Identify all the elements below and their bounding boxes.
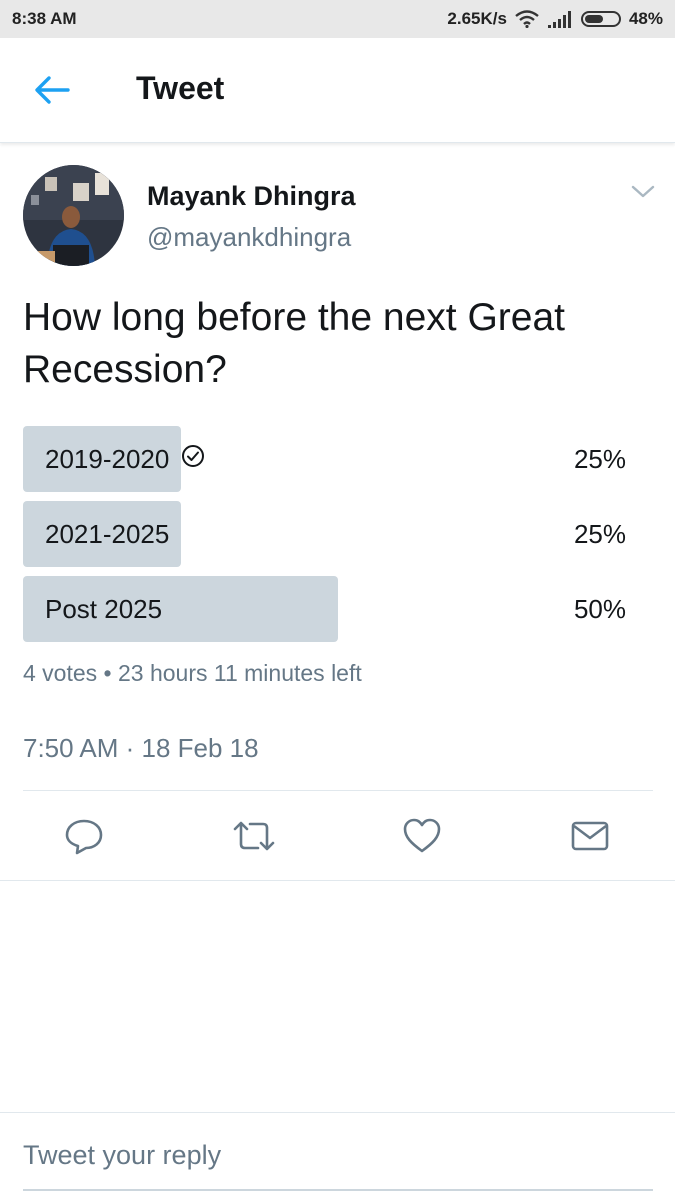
retweet-icon [232,816,275,856]
status-bar: 8:38 AM 2.65K/s 48% [0,0,675,38]
page-title: Tweet [136,70,225,106]
top-app-bar: Tweet [0,38,675,143]
poll-option: 2021-2025 25% [23,501,643,567]
divider [0,880,675,881]
reply-icon [64,816,104,856]
poll-option-label: Post 2025 [45,594,162,625]
heart-icon [402,816,442,856]
status-time: 8:38 AM [12,9,77,28]
battery-icon [580,11,621,27]
poll-option-percent: 25% [573,444,626,474]
poll-option-percent: 25% [573,519,626,549]
poll-option-text: 2021-2025 [45,519,170,549]
like-button[interactable] [402,816,442,856]
chevron-down-icon [630,185,656,205]
poll-option-text: Post 2025 [45,594,163,624]
poll-option-text: 2019-2020 [45,444,170,474]
poll-option-label: 2019-2020 [45,444,205,475]
reply-input-underline [23,1189,653,1191]
avatar[interactable] [23,165,124,266]
arrow-left-icon [34,76,70,109]
check-circle-icon [181,444,205,475]
divider [0,1112,675,1113]
back-button[interactable] [34,75,70,105]
tweet-timestamp: 7:50 AM · 18 Feb 18 [23,733,259,763]
wifi-icon [515,10,539,28]
poll-meta: 4 votes • 23 hours 11 minutes left [23,660,362,686]
network-speed: 2.65K/s [447,9,507,28]
reply-input[interactable]: Tweet your reply [23,1140,221,1171]
tweet-menu-button[interactable] [630,183,656,201]
divider [23,790,653,791]
author-name[interactable]: Mayank Dhingra [147,181,356,212]
retweet-button[interactable] [232,816,275,856]
tweet-text: How long before the next Great Recession… [23,296,565,391]
poll-option-label: 2021-2025 [45,519,169,550]
reply-button[interactable] [64,816,104,856]
signal-icon [547,10,573,28]
poll-option: 2019-2020 25% [23,426,643,492]
poll-option: Post 2025 50% [23,576,643,642]
author-handle[interactable]: @mayankdhingra [147,222,351,253]
poll-option-percent: 50% [573,594,626,624]
battery-level: 48% [628,9,663,28]
envelope-icon [570,816,610,856]
direct-message-button[interactable] [570,816,610,856]
status-icons: 2.65K/s 48% [447,9,663,29]
